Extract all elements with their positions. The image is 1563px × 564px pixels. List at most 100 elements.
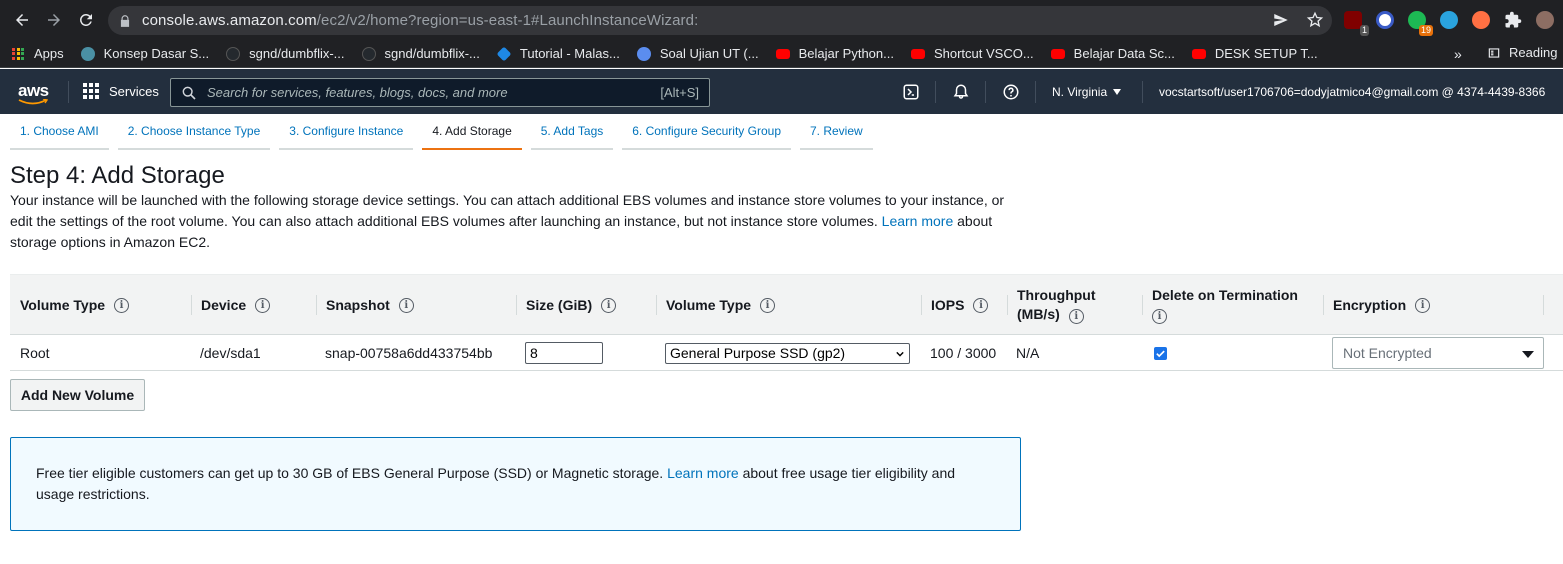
- tab-configure-instance[interactable]: 3. Configure Instance: [279, 114, 414, 150]
- bookmark-item[interactable]: Belajar Python...: [775, 46, 894, 61]
- bookmark-item[interactable]: sgnd/dumbflix-...: [226, 46, 345, 61]
- bookmark-label: Konsep Dasar S...: [103, 46, 210, 61]
- cell-ebs-volume-type: General Purpose SSD (gp2): [665, 335, 910, 371]
- send-icon[interactable]: [1272, 11, 1290, 29]
- reload-button[interactable]: [70, 4, 102, 36]
- forward-button[interactable]: [38, 4, 70, 36]
- header-divider: [935, 81, 936, 103]
- youtube-icon: [910, 48, 925, 59]
- bookmark-item[interactable]: Tutorial - Malas...: [496, 46, 620, 61]
- aws-logo[interactable]: aws: [18, 81, 49, 101]
- bell-icon[interactable]: [952, 83, 970, 101]
- column-header-spacer: [1543, 275, 1553, 335]
- tab-configure-security-group[interactable]: 6. Configure Security Group: [622, 114, 791, 150]
- encryption-selected: Not Encrypted: [1343, 345, 1432, 361]
- bookmark-apps[interactable]: Apps: [12, 46, 64, 61]
- bookmark-label: Tutorial - Malas...: [519, 46, 620, 61]
- mascot-extension-icon[interactable]: [1472, 11, 1490, 29]
- services-menu-button[interactable]: Services: [83, 83, 159, 99]
- storage-table: Volume Type i Device i Snapshot i Size (GiB…: [10, 274, 1563, 371]
- size-input[interactable]: [525, 342, 603, 364]
- table-row: Root /dev/sda1 snap-00758a6dd433754bb Ge…: [10, 335, 1563, 371]
- tab-choose-instance-type[interactable]: 2. Choose Instance Type: [117, 114, 271, 150]
- bookmark-item[interactable]: sgnd/dumbflix-...: [361, 46, 480, 61]
- tab-choose-ami[interactable]: 1. Choose AMI: [10, 114, 109, 150]
- bookmark-star-icon[interactable]: [1306, 11, 1324, 29]
- header-label: Volume Type: [666, 297, 752, 313]
- region-selector[interactable]: N. Virginia: [1052, 85, 1122, 99]
- account-menu[interactable]: vocstartsoft/user1706706=dodyjatmico4@gm…: [1159, 85, 1545, 99]
- header-label: Encryption: [1333, 297, 1407, 313]
- reading-list-button[interactable]: Reading: [1487, 45, 1557, 60]
- arrow-right-icon: [48, 14, 60, 26]
- search-shortcut-hint: [Alt+S]: [660, 85, 699, 100]
- blocker-icon[interactable]: [1376, 11, 1394, 29]
- reading-list-icon: [1488, 47, 1500, 58]
- header-label: Delete on Termination: [1152, 287, 1298, 303]
- column-header-volume-type: Volume Type i: [10, 275, 130, 335]
- help-icon[interactable]: [1002, 83, 1020, 101]
- info-icon[interactable]: i: [601, 297, 617, 313]
- free-tier-info-box: Free tier eligible customers can get up …: [10, 437, 1021, 531]
- more-bookmarks-button[interactable]: »: [1454, 46, 1462, 62]
- bookmarks-bar: Apps Konsep Dasar S... sgnd/dumbflix-...…: [0, 40, 1563, 68]
- volume-type-selected: General Purpose SSD (gp2): [670, 345, 846, 361]
- address-bar[interactable]: console.aws.amazon.com/ec2/v2/home?regio…: [108, 6, 1332, 35]
- cell-throughput: N/A: [1016, 345, 1040, 361]
- extension-badge: 19: [1418, 25, 1433, 36]
- cloudshell-icon[interactable]: [902, 83, 920, 101]
- info-icon[interactable]: i: [255, 297, 271, 313]
- delete-on-termination-checkbox[interactable]: [1154, 346, 1167, 360]
- tab-add-tags[interactable]: 5. Add Tags: [530, 114, 614, 150]
- page-title: Step 4: Add Storage: [10, 162, 225, 189]
- info-icon[interactable]: i: [1152, 309, 1167, 324]
- cell-volume-type: Root: [20, 345, 50, 361]
- aws-smile-icon: [18, 99, 48, 105]
- puzzle-icon[interactable]: [1504, 11, 1522, 29]
- youtube-icon: [1191, 48, 1206, 59]
- learn-more-link[interactable]: Learn more: [882, 213, 954, 229]
- cell-snapshot: snap-00758a6dd433754bb: [325, 345, 493, 361]
- info-icon[interactable]: i: [398, 297, 414, 313]
- bookmark-label: Shortcut VSCO...: [933, 46, 1034, 61]
- learn-more-link[interactable]: Learn more: [667, 465, 739, 481]
- add-new-volume-button[interactable]: Add New Volume: [10, 379, 145, 411]
- ublock-icon[interactable]: 1: [1344, 11, 1369, 36]
- apps-grid-icon: [12, 47, 24, 60]
- info-icon[interactable]: i: [1068, 309, 1084, 324]
- tab-review[interactable]: 7. Review: [800, 114, 873, 150]
- bookmark-item[interactable]: DESK SETUP T...: [1191, 46, 1318, 61]
- bookmark-item[interactable]: Konsep Dasar S...: [80, 46, 210, 61]
- info-icon[interactable]: i: [760, 297, 776, 313]
- encryption-select[interactable]: Not Encrypted: [1332, 337, 1544, 369]
- telegram-icon[interactable]: [1440, 11, 1458, 29]
- aws-console-header: aws Services [Alt+S] N. Virginia vocstar…: [0, 69, 1563, 114]
- header-divider: [1142, 81, 1143, 103]
- header-label: Snapshot: [326, 297, 390, 313]
- column-header-ebs-volume-type: Volume Type i: [656, 275, 776, 335]
- extension-badge: 1: [1359, 25, 1369, 36]
- reading-list-label: Reading: [1509, 45, 1558, 60]
- info-icon[interactable]: i: [973, 297, 989, 313]
- volume-type-select[interactable]: General Purpose SSD (gp2): [665, 342, 910, 364]
- reload-icon: [79, 13, 92, 26]
- column-header-throughput: Throughput (MB/s) i: [1007, 275, 1096, 335]
- cell-iops: 100 / 3000: [930, 345, 997, 361]
- profile-avatar[interactable]: [1536, 11, 1554, 29]
- chat-extension-icon[interactable]: 19: [1408, 11, 1433, 36]
- tab-add-storage[interactable]: 4. Add Storage: [422, 114, 522, 150]
- aws-search-bar[interactable]: [Alt+S]: [170, 78, 710, 107]
- search-icon: [182, 86, 196, 100]
- bookmark-item[interactable]: Shortcut VSCO...: [910, 46, 1034, 61]
- services-label: Services: [109, 83, 159, 99]
- back-button[interactable]: [6, 4, 38, 36]
- info-icon[interactable]: i: [1415, 297, 1431, 313]
- cell-delete-on-termination: [1154, 335, 1167, 371]
- info-icon[interactable]: i: [114, 297, 130, 313]
- aws-search-input[interactable]: [207, 85, 637, 100]
- caret-down-icon: [1113, 89, 1122, 95]
- bookmark-item[interactable]: Belajar Data Sc...: [1050, 46, 1175, 61]
- header-label: Throughput: [1017, 287, 1096, 303]
- bookmark-item[interactable]: Soal Ujian UT (...: [636, 46, 759, 61]
- diamond-icon: [496, 46, 512, 61]
